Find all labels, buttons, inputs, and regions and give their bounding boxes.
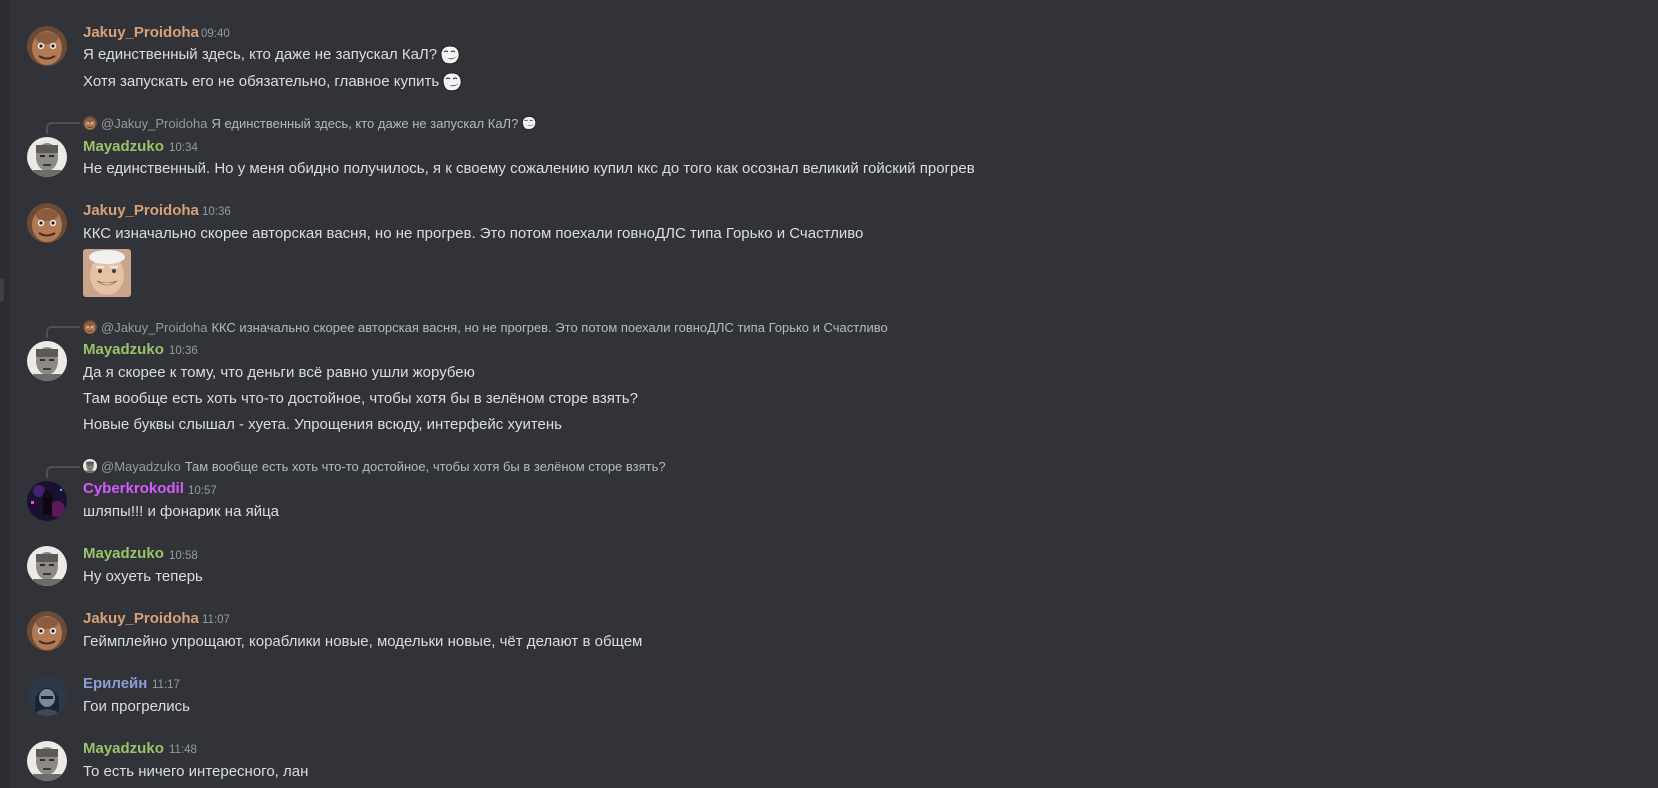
reply-spine — [46, 326, 80, 338]
reply-text: Я единственный здесь, кто даже не запуск… — [211, 115, 519, 131]
message-author[interactable]: Jakuy_Proidoha — [83, 202, 199, 219]
jakuy-avatar-icon[interactable] — [27, 203, 67, 243]
reply-spine — [46, 122, 80, 134]
mayadzuko-avatar-icon[interactable] — [27, 137, 67, 177]
message-line: Ну охуеть теперь — [83, 568, 203, 585]
message-line: Геймплейно упрощают, кораблики новые, мо… — [83, 633, 643, 650]
message-author[interactable]: Ерилейн — [83, 675, 147, 692]
erilein-avatar-icon[interactable] — [27, 676, 67, 716]
reply-text: Там вообще есть хоть что-то достойное, ч… — [184, 458, 666, 474]
troll-face-emoji-icon — [441, 71, 463, 93]
scroll-handle[interactable] — [0, 278, 4, 302]
message-author[interactable]: Mayadzuko — [83, 138, 164, 155]
message-line: шляпы!!! и фонарик на яйца — [83, 503, 280, 520]
message-line: Там вообще есть хоть что-то достойное, ч… — [83, 390, 638, 407]
image-attachment[interactable] — [83, 249, 131, 297]
message-timestamp: 11:07 — [202, 614, 230, 626]
message-line: ККС изначально скорее авторская васня, н… — [83, 225, 864, 242]
mayadzuko-avatar-icon — [83, 459, 97, 473]
message-timestamp: 10:58 — [169, 550, 198, 562]
message-author[interactable]: Mayadzuko — [83, 740, 164, 757]
message-timestamp: 10:34 — [169, 142, 198, 154]
sidebar-edge — [0, 0, 10, 788]
mayadzuko-avatar-icon[interactable] — [27, 741, 67, 781]
reply-preview[interactable]: @Jakuy_Proidoha Я единственный здесь, кт… — [83, 114, 537, 132]
cyberkrokodil-avatar-icon[interactable] — [27, 481, 67, 521]
message-timestamp: 10:36 — [202, 206, 231, 218]
reply-preview[interactable]: @Jakuy_Proidoha ККС изначально скорее ав… — [83, 318, 888, 336]
jakuy-avatar-icon[interactable] — [27, 26, 67, 66]
message-author[interactable]: Jakuy_Proidoha — [83, 610, 199, 627]
troll-face-emoji-icon — [521, 115, 537, 131]
message-timestamp: 11:17 — [152, 679, 180, 691]
message-author[interactable]: Mayadzuko — [83, 545, 164, 562]
message-line: Гои прогрелись — [83, 698, 190, 715]
message-author[interactable]: Jakuy_Proidoha — [83, 24, 199, 41]
message-line: То есть ничего интересного, лан — [83, 763, 309, 780]
mayadzuko-avatar-icon[interactable] — [27, 546, 67, 586]
reply-mention[interactable]: @Mayadzuko — [101, 459, 181, 474]
jakuy-avatar-icon[interactable] — [27, 611, 67, 651]
troll-face-emoji-icon — [439, 44, 461, 66]
message-line: Я единственный здесь, кто даже не запуск… — [83, 44, 461, 66]
reply-mention[interactable]: @Jakuy_Proidoha — [101, 320, 207, 335]
message-author[interactable]: Mayadzuko — [83, 341, 164, 358]
message-author[interactable]: Cyberkrokodil — [83, 480, 184, 497]
message-timestamp: 10:57 — [188, 485, 217, 497]
reply-mention[interactable]: @Jakuy_Proidoha — [101, 116, 207, 131]
message-timestamp: 11:48 — [169, 744, 197, 756]
reply-preview[interactable]: @Mayadzuko Там вообще есть хоть что-то д… — [83, 457, 666, 475]
message-line: Да я скорее к тому, что деньги всё равно… — [83, 364, 475, 381]
reply-text: ККС изначально скорее авторская васня, н… — [211, 319, 888, 335]
mayadzuko-avatar-icon[interactable] — [27, 341, 67, 381]
message-timestamp: 09:40 — [201, 28, 230, 40]
message-line: Новые буквы слышал - хуета. Упрощения вс… — [83, 416, 562, 433]
jakuy-avatar-icon — [83, 320, 97, 334]
message-timestamp: 10:36 — [169, 345, 198, 357]
message-line: Не единственный. Но у меня обидно получи… — [83, 160, 975, 177]
jakuy-avatar-icon — [83, 116, 97, 130]
reply-spine — [46, 466, 80, 478]
message-line: Хотя запускать его не обязательно, главн… — [83, 71, 463, 93]
